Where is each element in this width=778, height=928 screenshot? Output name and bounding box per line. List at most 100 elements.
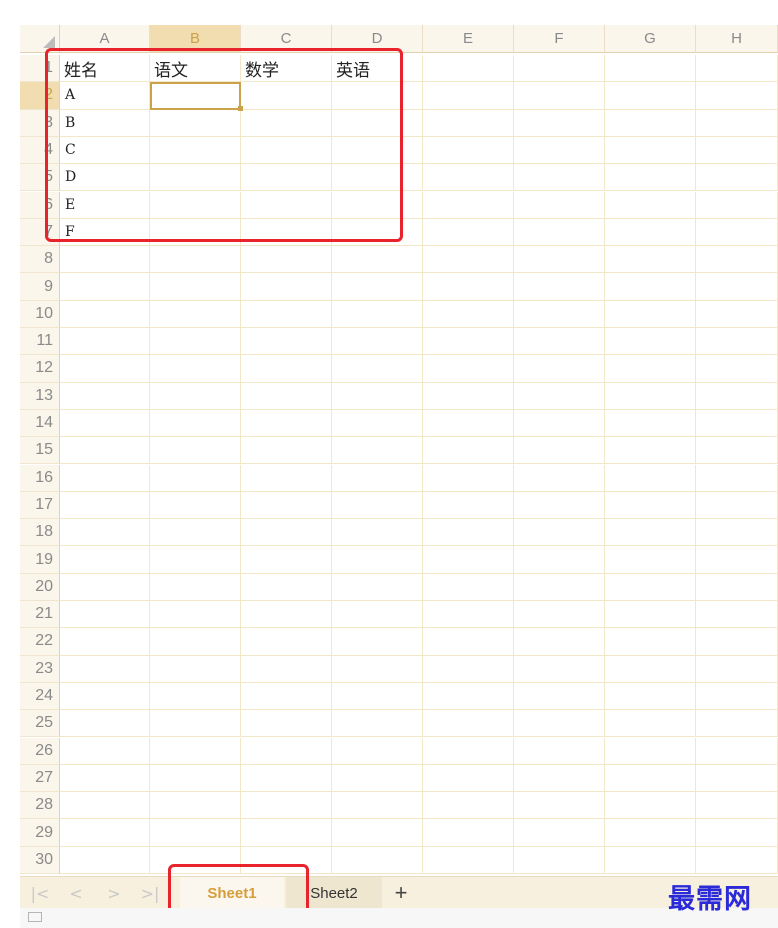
row-header-28[interactable]: 28	[20, 792, 60, 820]
grid-cell[interactable]	[423, 136, 514, 165]
grid-cell[interactable]	[241, 737, 332, 765]
grid-cell[interactable]	[514, 246, 605, 274]
grid-cell[interactable]	[696, 109, 778, 137]
grid-cell[interactable]	[150, 246, 241, 274]
row-header-13[interactable]: 13	[20, 382, 60, 410]
grid-cell[interactable]	[60, 655, 150, 683]
grid-cell[interactable]	[696, 246, 778, 274]
grid-cell[interactable]	[423, 300, 514, 328]
grid-cell[interactable]	[60, 682, 150, 711]
grid-cell[interactable]	[60, 246, 150, 274]
grid-cell[interactable]	[605, 737, 696, 765]
grid-cell[interactable]	[150, 491, 241, 520]
grid-cell[interactable]	[241, 682, 332, 711]
grid-cell[interactable]	[150, 409, 241, 438]
grid-cell[interactable]	[60, 546, 150, 574]
grid-cell[interactable]	[241, 655, 332, 683]
grid-cell[interactable]	[241, 792, 332, 820]
grid-cell[interactable]	[605, 218, 696, 247]
grid-cell[interactable]	[696, 764, 778, 793]
grid-cell[interactable]	[696, 300, 778, 328]
grid-cell[interactable]	[696, 491, 778, 520]
row-header-21[interactable]: 21	[20, 601, 60, 629]
grid-cell[interactable]	[696, 846, 778, 874]
grid-cell[interactable]	[605, 846, 696, 874]
grid-cell[interactable]	[514, 628, 605, 656]
grid-cell[interactable]	[150, 710, 241, 738]
grid-cell[interactable]	[696, 218, 778, 247]
grid-cell[interactable]	[150, 819, 241, 847]
grid-cell[interactable]	[605, 355, 696, 383]
grid-cell[interactable]	[423, 164, 514, 192]
grid-cell[interactable]	[514, 164, 605, 192]
grid-cell[interactable]	[423, 409, 514, 438]
row-header-30[interactable]: 30	[20, 846, 60, 874]
row-header-15[interactable]: 15	[20, 437, 60, 465]
grid-cell[interactable]	[696, 792, 778, 820]
grid-cell[interactable]	[605, 409, 696, 438]
grid-cell[interactable]	[514, 109, 605, 137]
grid-cell[interactable]	[150, 737, 241, 765]
grid-cell[interactable]	[241, 273, 332, 301]
grid-cell[interactable]	[514, 328, 605, 356]
grid-cell[interactable]	[514, 273, 605, 301]
grid-cell[interactable]	[514, 519, 605, 547]
grid-cell[interactable]	[332, 491, 423, 520]
grid-cell[interactable]	[696, 136, 778, 165]
row-header-9[interactable]: 9	[20, 273, 60, 301]
grid-cell[interactable]	[423, 328, 514, 356]
row-header-8[interactable]: 8	[20, 246, 60, 274]
grid-cell[interactable]	[605, 655, 696, 683]
grid-cell[interactable]	[423, 655, 514, 683]
grid-cell[interactable]	[150, 519, 241, 547]
grid-cell[interactable]	[514, 218, 605, 247]
grid-cell[interactable]	[696, 164, 778, 192]
grid-cell[interactable]	[696, 464, 778, 492]
grid-cell[interactable]	[696, 328, 778, 356]
grid-cell[interactable]	[423, 710, 514, 738]
grid-cell[interactable]	[514, 546, 605, 574]
grid-cell[interactable]	[241, 573, 332, 601]
grid-cell[interactable]	[423, 55, 514, 83]
grid-cell[interactable]	[605, 819, 696, 847]
grid-cell[interactable]	[60, 846, 150, 874]
grid-cell[interactable]	[150, 682, 241, 711]
grid-cell[interactable]	[514, 191, 605, 219]
grid-cell[interactable]	[332, 437, 423, 465]
row-header-10[interactable]: 10	[20, 300, 60, 328]
grid-cell[interactable]	[605, 191, 696, 219]
row-header-19[interactable]: 19	[20, 546, 60, 574]
grid-cell[interactable]	[696, 682, 778, 711]
row-header-18[interactable]: 18	[20, 519, 60, 547]
grid-cell[interactable]	[605, 519, 696, 547]
grid-cell[interactable]	[605, 573, 696, 601]
grid-cell[interactable]	[423, 792, 514, 820]
row-header-27[interactable]: 27	[20, 764, 60, 793]
grid-cell[interactable]	[332, 846, 423, 874]
status-layout-icon[interactable]	[28, 912, 42, 922]
grid-cell[interactable]	[332, 655, 423, 683]
grid-cell[interactable]	[514, 682, 605, 711]
grid-cell[interactable]	[514, 573, 605, 601]
grid-cell[interactable]	[60, 792, 150, 820]
grid-cell[interactable]	[241, 382, 332, 410]
grid-cell[interactable]	[150, 273, 241, 301]
row-header-26[interactable]: 26	[20, 737, 60, 765]
grid-cell[interactable]	[150, 573, 241, 601]
grid-cell[interactable]	[696, 409, 778, 438]
grid-cell[interactable]	[150, 300, 241, 328]
grid-cell[interactable]	[241, 355, 332, 383]
grid-cell[interactable]	[332, 519, 423, 547]
grid-cell[interactable]	[332, 764, 423, 793]
grid-cell[interactable]	[605, 491, 696, 520]
grid-cell[interactable]	[150, 382, 241, 410]
row-header-23[interactable]: 23	[20, 655, 60, 683]
grid-cell[interactable]	[423, 464, 514, 492]
grid-cell[interactable]	[150, 328, 241, 356]
grid-cell[interactable]	[60, 573, 150, 601]
grid-cell[interactable]	[332, 328, 423, 356]
row-header-11[interactable]: 11	[20, 328, 60, 356]
grid-cell[interactable]	[150, 437, 241, 465]
row-header-14[interactable]: 14	[20, 409, 60, 438]
grid-cell[interactable]	[60, 300, 150, 328]
